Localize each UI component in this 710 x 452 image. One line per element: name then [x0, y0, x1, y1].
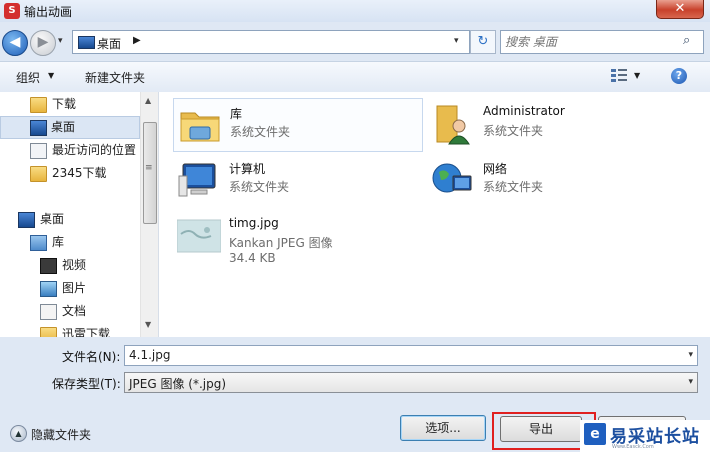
- nav-item-label: 桌面: [40, 212, 65, 226]
- breadcrumb-arrow-icon[interactable]: ▶: [133, 35, 141, 46]
- nav-item-label: 2345下载: [52, 166, 107, 180]
- options-button[interactable]: 选项...: [400, 415, 486, 441]
- help-button[interactable]: ?: [671, 68, 687, 84]
- nav-item-thunder-downloads[interactable]: 迅雷下载: [40, 324, 140, 337]
- toolbar: 组织 ▼ 新建文件夹 ▼ ?: [0, 61, 710, 93]
- file-name: Administrator: [483, 104, 565, 118]
- filename-value[interactable]: 4.1.jpg: [129, 348, 170, 362]
- file-type: 系统文件夹: [229, 180, 290, 194]
- nav-item-desktop-root[interactable]: 桌面: [18, 209, 138, 230]
- scroll-grip-icon: ≡: [145, 163, 153, 173]
- documents-icon: [40, 304, 57, 320]
- nav-item-label: 库: [52, 235, 65, 249]
- filename-label: 文件名(N):: [62, 350, 121, 364]
- title-bar: S 输出动画 ✕: [0, 0, 710, 22]
- organize-caret-icon[interactable]: ▼: [48, 71, 54, 80]
- organize-button[interactable]: 组织: [16, 69, 40, 86]
- nav-item-label: 桌面: [51, 120, 76, 134]
- nav-item-videos[interactable]: 视频: [40, 255, 140, 276]
- nav-item-library[interactable]: 库: [30, 232, 140, 253]
- file-name: 网络: [483, 162, 508, 176]
- scrollbar-thumb[interactable]: ≡: [143, 122, 157, 224]
- address-location[interactable]: 桌面: [97, 35, 121, 52]
- export-button[interactable]: 导出: [500, 416, 582, 442]
- app-icon: S: [4, 3, 20, 19]
- window-title: 输出动画: [24, 5, 73, 19]
- dropdown-icon[interactable]: ▾: [688, 377, 693, 387]
- watermark-logo-icon: e: [584, 423, 606, 445]
- network-icon: [432, 163, 472, 193]
- nav-item-downloads[interactable]: 下载: [30, 94, 140, 115]
- file-name: 计算机: [229, 162, 266, 176]
- file-type: Kankan JPEG 图像: [229, 236, 333, 250]
- nav-item-label: 视频: [62, 258, 87, 272]
- collapse-icon[interactable]: ▲: [10, 425, 27, 442]
- nav-item-documents[interactable]: 文档: [40, 301, 140, 322]
- file-list: 库 系统文件夹 Administrator 系统文件夹 计算机 系统文件夹 网络…: [158, 92, 710, 337]
- desktop-icon: [18, 212, 35, 228]
- image-thumbnail-icon: [177, 219, 221, 253]
- filetype-select[interactable]: JPEG 图像 (*.jpg) ▾: [124, 372, 698, 393]
- filename-field[interactable]: 4.1.jpg ▾: [124, 345, 698, 366]
- video-icon: [40, 258, 57, 274]
- new-folder-button[interactable]: 新建文件夹: [85, 69, 145, 86]
- thunder-download-icon: [40, 327, 57, 337]
- download-folder-icon: [30, 97, 47, 113]
- file-item-library[interactable]: 库 系统文件夹: [173, 98, 423, 152]
- file-item-timg[interactable]: timg.jpg Kankan JPEG 图像 34.4 KB: [173, 210, 421, 274]
- watermark: e 易采站长站 Www.Easck.Com: [580, 420, 710, 452]
- file-name: 库: [230, 107, 243, 121]
- filetype-value[interactable]: JPEG 图像 (*.jpg): [129, 375, 226, 392]
- nav-item-label: 下载: [52, 97, 77, 111]
- nav-scrollbar[interactable]: ▲ ≡ ▼: [140, 92, 158, 337]
- address-bar[interactable]: 桌面 ▶ ▾: [72, 30, 470, 54]
- watermark-subtext: Www.Easck.Com: [612, 444, 654, 450]
- navigation-pane: 下载 桌面 最近访问的位置 2345下载 桌面 库 视频 图片 文档 迅雷下载: [0, 92, 157, 337]
- search-input[interactable]: [503, 32, 677, 52]
- nav-item-desktop[interactable]: 桌面: [0, 116, 140, 139]
- nav-item-recent-places[interactable]: 最近访问的位置: [30, 140, 140, 161]
- filetype-label: 保存类型(T):: [52, 377, 121, 391]
- view-caret-icon[interactable]: ▼: [634, 71, 640, 80]
- file-type: 系统文件夹: [483, 180, 544, 194]
- refresh-button[interactable]: ↻: [470, 30, 496, 54]
- hide-folders-toggle[interactable]: 隐藏文件夹: [31, 426, 91, 443]
- file-type: 系统文件夹: [483, 124, 544, 138]
- nav-item-2345-downloads[interactable]: 2345下载: [30, 163, 140, 184]
- desktop-icon: [30, 120, 47, 136]
- dropdown-icon[interactable]: ▾: [688, 350, 693, 360]
- user-folder-icon: [436, 105, 470, 145]
- file-item-administrator[interactable]: Administrator 系统文件夹: [427, 98, 675, 150]
- folder-icon: [30, 166, 47, 182]
- nav-item-label: 最近访问的位置: [52, 143, 137, 157]
- library-icon: [30, 235, 47, 251]
- search-icon[interactable]: ⌕: [683, 33, 690, 48]
- pictures-icon: [40, 281, 57, 297]
- library-folder-icon: [180, 112, 220, 142]
- address-dropdown-icon[interactable]: ▾: [454, 36, 459, 46]
- search-box[interactable]: ⌕: [500, 30, 704, 54]
- computer-icon: [178, 163, 216, 197]
- change-view-icon[interactable]: [610, 67, 628, 83]
- forward-button[interactable]: ▶: [30, 30, 56, 56]
- file-item-computer[interactable]: 计算机 系统文件夹: [173, 154, 421, 206]
- file-size: 34.4 KB: [229, 251, 276, 265]
- nav-item-pictures[interactable]: 图片: [40, 278, 140, 299]
- file-item-network[interactable]: 网络 系统文件夹: [427, 154, 675, 206]
- scroll-up-icon[interactable]: ▲: [145, 96, 151, 105]
- close-button[interactable]: ✕: [656, 0, 704, 19]
- recent-pages-dropdown[interactable]: ▾: [58, 36, 63, 46]
- nav-item-label: 图片: [62, 281, 87, 295]
- back-button[interactable]: ◀: [2, 30, 28, 56]
- recent-places-icon: [30, 143, 47, 159]
- scroll-down-icon[interactable]: ▼: [145, 320, 151, 329]
- nav-item-label: 迅雷下载: [62, 327, 111, 337]
- nav-item-label: 文档: [62, 304, 87, 318]
- desktop-icon: [78, 36, 95, 49]
- file-type: 系统文件夹: [230, 125, 291, 139]
- file-name: timg.jpg: [229, 216, 279, 230]
